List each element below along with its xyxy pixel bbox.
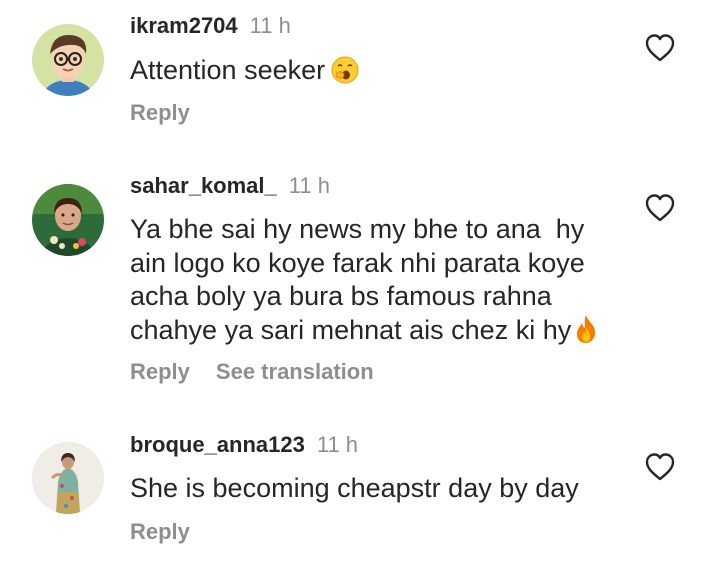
comment-item: broque_anna123 11 h She is becoming cheap… bbox=[0, 420, 720, 576]
avatar-image bbox=[32, 24, 104, 96]
avatar[interactable] bbox=[32, 184, 104, 256]
timestamp: 11 h bbox=[249, 13, 291, 38]
comment-line: ain logo ko koye farak nhi parata koye bbox=[130, 247, 585, 278]
avatar[interactable] bbox=[32, 442, 104, 514]
comment-line-last: chahye ya sari mehnat ais chez ki hy bbox=[130, 314, 630, 353]
timestamp: 11 h bbox=[316, 432, 359, 457]
heart-outline-icon[interactable] bbox=[644, 193, 676, 223]
see-translation-button[interactable]: See translation bbox=[216, 359, 374, 384]
comment-text-content: Attention seeker bbox=[130, 55, 326, 85]
comment-actions: Reply See translation bbox=[130, 359, 374, 385]
comment-line: chahye ya sari mehnat ais chez ki hy bbox=[130, 314, 572, 345]
comment-text: Ya bhe sai hy news my bhe to ana hy ain … bbox=[130, 213, 630, 352]
comment-text: Attention seeker bbox=[130, 54, 630, 93]
avatar-image bbox=[32, 184, 104, 256]
comment-actions: Reply bbox=[130, 519, 190, 545]
avatar[interactable] bbox=[32, 24, 104, 96]
heart-outline-icon[interactable] bbox=[644, 452, 676, 482]
avatar-image bbox=[32, 442, 104, 514]
username[interactable]: sahar_komal_ bbox=[130, 173, 277, 198]
timestamp: 11 h bbox=[288, 173, 330, 198]
comment-line: Ya bhe sai hy news my bhe to ana hy bbox=[130, 214, 585, 244]
comment-text-content: She is becoming cheapstr day by day bbox=[130, 473, 579, 503]
yawning-face-emoji bbox=[331, 56, 359, 93]
fire-emoji bbox=[574, 314, 598, 353]
comment-line: acha boly ya bura bs famous rahna bbox=[130, 281, 552, 311]
comment-item: ikram2704 11 h Attention seeker Reply bbox=[0, 0, 720, 150]
comment-meta: sahar_komal_ 11 h bbox=[130, 173, 330, 199]
comment-text: She is becoming cheapstr day by day bbox=[130, 472, 690, 506]
reply-button[interactable]: Reply bbox=[130, 359, 190, 384]
comment-actions: Reply bbox=[130, 100, 190, 126]
comment-meta: ikram2704 11 h bbox=[130, 13, 291, 39]
username[interactable]: ikram2704 bbox=[130, 13, 238, 38]
reply-button[interactable]: Reply bbox=[130, 519, 190, 544]
heart-outline-icon[interactable] bbox=[644, 33, 676, 63]
reply-button[interactable]: Reply bbox=[130, 100, 190, 125]
username[interactable]: broque_anna123 bbox=[130, 432, 305, 457]
comment-item: sahar_komal_ 11 h Ya bhe sai hy news my b… bbox=[0, 150, 720, 420]
comment-meta: broque_anna123 11 h bbox=[130, 432, 358, 458]
